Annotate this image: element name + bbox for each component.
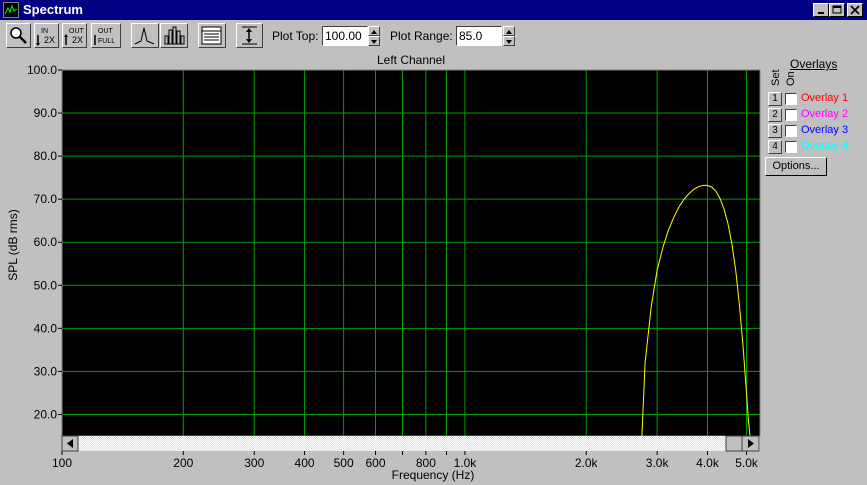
overlay-on-checkbox-3[interactable] [785, 125, 797, 137]
horizontal-scrollbar[interactable] [61, 435, 760, 452]
overlay-on-checkbox-4[interactable] [785, 141, 797, 153]
overlay-on-checkbox-2[interactable] [785, 109, 797, 121]
x-axis-label: Frequency (Hz) [392, 468, 475, 482]
x-tick-label: 4.0k [696, 456, 720, 470]
overlay-set-button-4[interactable]: 4 [768, 140, 782, 154]
x-tick-label: 600 [366, 456, 386, 470]
y-tick-label: 60.0 [34, 235, 58, 249]
y-tick-label: 20.0 [34, 407, 58, 421]
x-tick-label: 3.0k [646, 456, 670, 470]
x-tick-label: 100 [52, 456, 72, 470]
y-tick-label: 100.0 [27, 63, 57, 77]
spectrum-plot[interactable]: 100.0 90.0 80.0 70.0 60.0 50.0 40.0 30.0 20.0 10… [0, 0, 867, 485]
on-column-label: On [785, 71, 797, 86]
y-tick-label: 30.0 [34, 364, 58, 378]
overlay-set-button-1[interactable]: 1 [768, 92, 782, 106]
overlay-label-4: Overlay 4 [801, 140, 849, 152]
overlay-label-1: Overlay 1 [801, 92, 849, 104]
overlay-options-button[interactable]: Options... [765, 157, 827, 176]
overlay-set-button-2[interactable]: 2 [768, 108, 782, 122]
y-tick-label: 70.0 [34, 192, 58, 206]
x-tick-label: 2.0k [575, 456, 599, 470]
x-tick-label: 400 [295, 456, 315, 470]
overlay-on-checkbox-1[interactable] [785, 93, 797, 105]
overlays-title: Overlays [790, 57, 838, 71]
scroll-thumb[interactable] [725, 435, 743, 452]
y-tick-label: 90.0 [34, 106, 58, 120]
x-tick-label: 200 [173, 456, 193, 470]
y-axis-label: SPL (dB rms) [6, 209, 20, 281]
plot-background [62, 70, 760, 436]
x-tick-label: 5.0k [735, 456, 759, 470]
y-tick-label: 40.0 [34, 321, 58, 335]
spectrum-window: Spectrum IN 2X OUT 2X OUT FULL Plot Top:… [0, 0, 867, 485]
overlay-label-3: Overlay 3 [801, 124, 849, 136]
y-tick-label: 50.0 [34, 278, 58, 292]
x-tick-label: 300 [244, 456, 264, 470]
y-tick-label: 80.0 [34, 149, 58, 163]
x-tick-label: 500 [334, 456, 354, 470]
scroll-right-button[interactable] [741, 435, 760, 452]
set-column-label: Set [770, 69, 782, 86]
scroll-left-button[interactable] [61, 435, 79, 452]
overlay-label-2: Overlay 2 [801, 108, 849, 120]
overlay-set-button-3[interactable]: 3 [768, 124, 782, 138]
